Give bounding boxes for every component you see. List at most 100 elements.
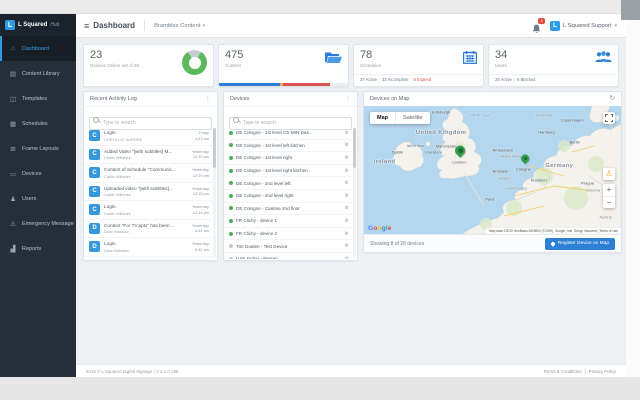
notifications-button[interactable]: 3 bbox=[532, 21, 541, 31]
stat-footnote-item: 28 Active bbox=[495, 77, 512, 82]
activity-time: 12:18 pm bbox=[192, 191, 209, 197]
device-row[interactable]: DE Cologne - 1st level left kitchen ⚙ bbox=[224, 140, 357, 153]
activity-scrollbar[interactable] bbox=[213, 128, 216, 257]
activity-avatar: C bbox=[89, 186, 100, 197]
gear-icon[interactable]: ⚙ bbox=[345, 256, 349, 259]
logo-icon: L bbox=[5, 20, 15, 30]
activity-time: 12:20 pm bbox=[192, 154, 209, 160]
content-count-value: 475 bbox=[225, 49, 243, 61]
zoom-out-button[interactable]: − bbox=[603, 197, 615, 209]
device-name: DE Cologne - 2nd level left bbox=[236, 181, 342, 186]
refresh-icon[interactable]: ↻ bbox=[610, 92, 615, 106]
recent-activity-title: Recent Activity Log bbox=[90, 92, 137, 106]
device-row[interactable]: Tim Goalen - Test Device ⚙ bbox=[224, 240, 357, 253]
map-button[interactable]: Map bbox=[370, 112, 395, 124]
sidebar-item-templates[interactable]: ◫ Templates bbox=[0, 86, 76, 111]
device-row[interactable]: DE Cologne - 1st level right ⚙ bbox=[224, 152, 357, 165]
privacy-link[interactable]: Privacy Policy bbox=[589, 369, 616, 374]
devices-panel-title: Devices bbox=[230, 92, 250, 106]
device-status-dot bbox=[229, 181, 233, 185]
activity-entry: C Added Video "[with subtitles] M... Cai… bbox=[84, 146, 217, 165]
gear-icon[interactable]: ⚙ bbox=[345, 218, 349, 224]
device-name: DE Cologne - 2nd level right bbox=[236, 193, 342, 198]
device-row[interactable]: DE Cologne - Cantine 2nd floor ⚙ bbox=[224, 203, 357, 216]
sidebar-item-content-library[interactable]: ▤ Content Library bbox=[0, 61, 76, 86]
topbar: ≡ Dashboard Brambles Content ▾ 3 L L Squ… bbox=[76, 14, 626, 38]
device-row[interactable]: UAE Dubai - Warren ⚙ bbox=[224, 253, 357, 259]
kebab-menu-icon[interactable]: ⋮ bbox=[345, 92, 351, 106]
gear-icon[interactable]: ⚙ bbox=[345, 130, 349, 136]
sidebar-item-reports[interactable]: ▟ Reports bbox=[0, 236, 76, 261]
device-status-dot bbox=[229, 143, 233, 147]
device-row[interactable]: DE Cologne - 2nd level right ⚙ bbox=[224, 190, 357, 203]
schedules-count-label: Schedules bbox=[360, 63, 381, 68]
avatar: L bbox=[550, 21, 560, 31]
map-canvas[interactable]: Map Satellite ♙ + − Google Map data ©201… bbox=[364, 106, 621, 234]
activity-title: Content of Schedule "Communic... bbox=[104, 167, 188, 172]
sidebar: L L Squared Hub ⌂ Dashboard ▤ Content Li… bbox=[0, 14, 76, 377]
activity-user: Dave Bahadur bbox=[104, 248, 188, 253]
stat-card-content: 475 Content bbox=[218, 44, 349, 87]
gear-icon[interactable]: ⚙ bbox=[345, 193, 349, 199]
pegman-control[interactable]: ♙ bbox=[603, 168, 615, 180]
folder-open-icon bbox=[325, 51, 342, 64]
device-row[interactable]: FR Clichy - device 2 ⚙ bbox=[224, 228, 357, 241]
zoom-in-button[interactable]: + bbox=[603, 184, 615, 197]
gear-icon[interactable]: ⚙ bbox=[345, 243, 349, 249]
satellite-button[interactable]: Satellite bbox=[395, 112, 430, 124]
activity-entry: C Uploaded video "[with subtitles]... Ca… bbox=[84, 183, 217, 202]
device-row[interactable]: DE Cologne - 1st level right kitchen ⚙ bbox=[224, 165, 357, 178]
stat-footnote-item: 8 Expired bbox=[414, 77, 432, 82]
gear-icon[interactable]: ⚙ bbox=[345, 180, 349, 186]
activity-avatar: C bbox=[89, 149, 100, 160]
logo: L L Squared Hub bbox=[0, 14, 76, 36]
device-row[interactable]: DE Cologne - 1st level CS-MIN Das... ⚙ bbox=[224, 127, 357, 140]
stat-footnote-item: 37 Active bbox=[360, 77, 377, 82]
device-row[interactable]: FR Clichy - device 1 ⚙ bbox=[224, 215, 357, 228]
frame-layouts-icon: ⊞ bbox=[9, 145, 17, 153]
gear-icon[interactable]: ⚙ bbox=[345, 205, 349, 211]
content-usage-bar bbox=[219, 83, 348, 86]
sidebar-item-users[interactable]: ♟ Users bbox=[0, 186, 76, 211]
sidebar-item-schedules[interactable]: ▦ Schedules bbox=[0, 111, 76, 136]
sidebar-item-devices[interactable]: ▭ Devices bbox=[0, 161, 76, 186]
user-menu[interactable]: L L Squared Support ▾ bbox=[550, 21, 617, 31]
map-footer: Showing 8 of 28 devices Register Device … bbox=[364, 234, 621, 252]
device-status-dot bbox=[229, 244, 233, 248]
device-status-dot bbox=[229, 156, 233, 160]
sidebar-item-dashboard[interactable]: ⌂ Dashboard bbox=[0, 36, 76, 61]
device-status-dot bbox=[229, 257, 233, 259]
topbar-divider bbox=[144, 20, 145, 31]
devices-online-value: 23 bbox=[90, 49, 139, 61]
device-row[interactable]: DE Cologne - 2nd level left ⚙ bbox=[224, 177, 357, 190]
search-icon bbox=[233, 117, 239, 123]
kebab-menu-icon[interactable]: ⋮ bbox=[205, 92, 211, 106]
content-bar-segment bbox=[219, 83, 280, 86]
gear-icon[interactable]: ⚙ bbox=[345, 168, 349, 174]
activity-avatar: C bbox=[89, 204, 100, 215]
activity-avatar: C bbox=[89, 167, 100, 178]
activity-avatar: D bbox=[89, 223, 100, 234]
activity-user: CHEVILLAT AURORE bbox=[104, 137, 191, 142]
devices-scrollbar[interactable] bbox=[353, 128, 356, 257]
gear-icon[interactable]: ⚙ bbox=[345, 142, 349, 148]
register-device-button[interactable]: Register Device on Map bbox=[545, 238, 615, 250]
users-icon: ♟ bbox=[9, 195, 17, 203]
content-library-icon: ▤ bbox=[9, 70, 17, 78]
gear-icon[interactable]: ⚙ bbox=[345, 155, 349, 161]
activity-title: Login. bbox=[104, 130, 191, 135]
footer-links-separator: | bbox=[585, 369, 586, 374]
sidebar-item-frame-layouts[interactable]: ⊞ Frame Layouts bbox=[0, 136, 76, 161]
gear-icon[interactable]: ⚙ bbox=[345, 231, 349, 237]
notification-badge: 3 bbox=[538, 18, 545, 24]
sidebar-item-label: Frame Layouts bbox=[22, 146, 59, 152]
bell-icon bbox=[532, 24, 541, 34]
map-zoom-control: + − bbox=[603, 184, 615, 208]
fullscreen-button[interactable] bbox=[603, 112, 615, 124]
context-selector[interactable]: Brambles Content ▾ bbox=[154, 23, 205, 29]
terms-link[interactable]: Terms & Conditions bbox=[543, 369, 581, 374]
pin-icon bbox=[550, 241, 556, 247]
emergency-icon: ⚠ bbox=[9, 220, 17, 228]
sidebar-item-emergency-message[interactable]: ⚠ Emergency Message bbox=[0, 211, 76, 236]
hamburger-icon[interactable]: ≡ bbox=[84, 21, 89, 31]
